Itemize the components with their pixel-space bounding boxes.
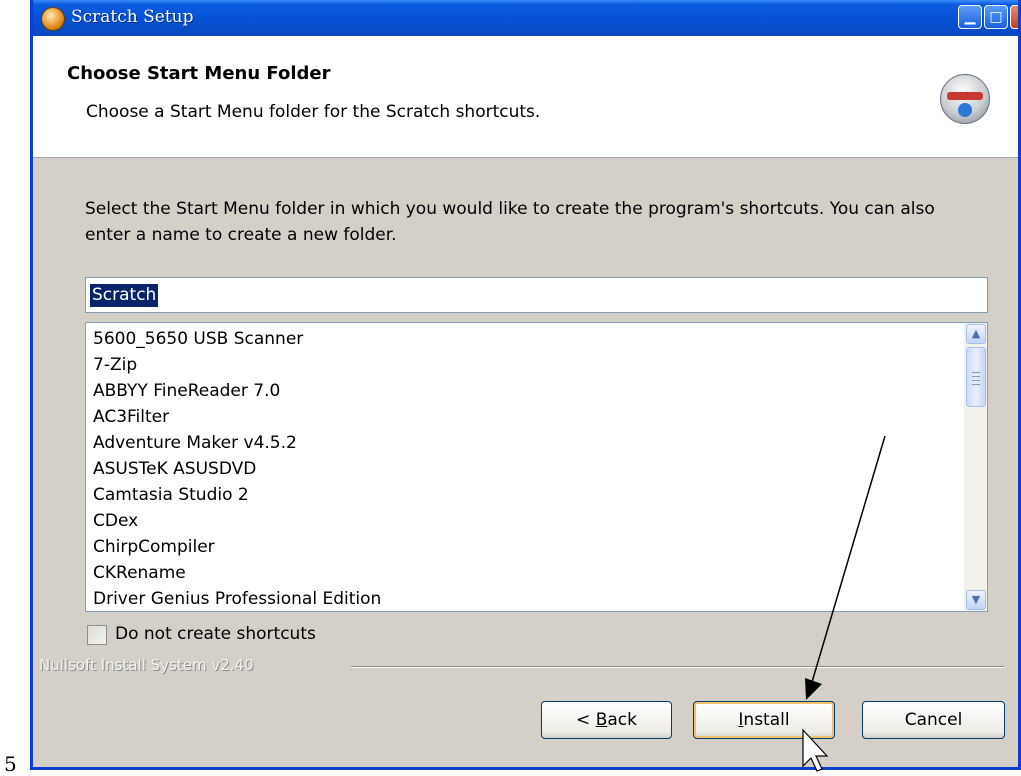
list-item[interactable]: AC3Filter	[93, 407, 169, 427]
list-item[interactable]: ChirpCompiler	[93, 537, 215, 557]
installer-disk-icon	[940, 74, 990, 124]
folder-name-value[interactable]: Scratch	[90, 284, 159, 307]
title-bar[interactable]: Scratch Setup ▁ □ ✕	[33, 0, 1018, 36]
window-title: Scratch Setup	[71, 7, 194, 27]
list-scrollbar[interactable]: ▲ ▼	[964, 323, 987, 611]
page-header: Choose Start Menu Folder Choose a Start …	[33, 36, 1018, 158]
scroll-down-icon[interactable]: ▼	[966, 590, 986, 610]
back-button[interactable]: < Back	[541, 701, 672, 739]
no-shortcuts-checkbox[interactable]	[87, 625, 107, 645]
scratch-setup-icon	[41, 7, 65, 31]
list-item[interactable]: Adventure Maker v4.5.2	[93, 433, 297, 453]
back-label-rest: ack	[607, 710, 637, 730]
minimize-button[interactable]: ▁	[958, 5, 982, 29]
close-button[interactable]: ✕	[1010, 5, 1018, 29]
list-item[interactable]: ASUSTeK ASUSDVD	[93, 459, 256, 479]
list-item[interactable]: Camtasia Studio 2	[93, 485, 249, 505]
list-item[interactable]: 7-Zip	[93, 355, 137, 375]
instruction-text: Select the Start Menu folder in which yo…	[85, 199, 935, 245]
setup-window: Scratch Setup ▁ □ ✕ Choose Start Menu Fo…	[30, 0, 1021, 770]
branding-text: Nullsoft Install System v2.40	[39, 656, 254, 674]
scroll-up-icon[interactable]: ▲	[966, 324, 986, 344]
list-item[interactable]: Driver Genius Professional Edition	[93, 589, 381, 609]
page-title: Choose Start Menu Folder	[67, 63, 331, 84]
list-item[interactable]: CDex	[93, 511, 138, 531]
page-subtitle: Choose a Start Menu folder for the Scrat…	[86, 102, 541, 122]
stray-page-number: 5	[4, 752, 17, 776]
list-item[interactable]: ABBYY FineReader 7.0	[93, 381, 280, 401]
start-menu-folder-list[interactable]: 5600_5650 USB Scanner 7-Zip ABBYY FineRe…	[85, 322, 988, 612]
back-accesskey: B	[595, 710, 608, 730]
maximize-button[interactable]: □	[984, 5, 1008, 29]
no-shortcuts-label[interactable]: Do not create shortcuts	[115, 624, 316, 644]
cancel-button[interactable]: Cancel	[862, 701, 1005, 739]
back-prefix: <	[576, 710, 596, 730]
folder-name-input[interactable]: Scratch	[85, 277, 988, 313]
list-item[interactable]: 5600_5650 USB Scanner	[93, 329, 303, 349]
scroll-thumb[interactable]	[966, 347, 986, 407]
branding-line: Nullsoft Install System v2.40	[33, 656, 1018, 676]
branding-divider	[351, 666, 1004, 668]
install-button[interactable]: Install	[693, 701, 835, 739]
install-label-rest: nstall	[743, 710, 790, 730]
list-item[interactable]: CKRename	[93, 563, 186, 583]
